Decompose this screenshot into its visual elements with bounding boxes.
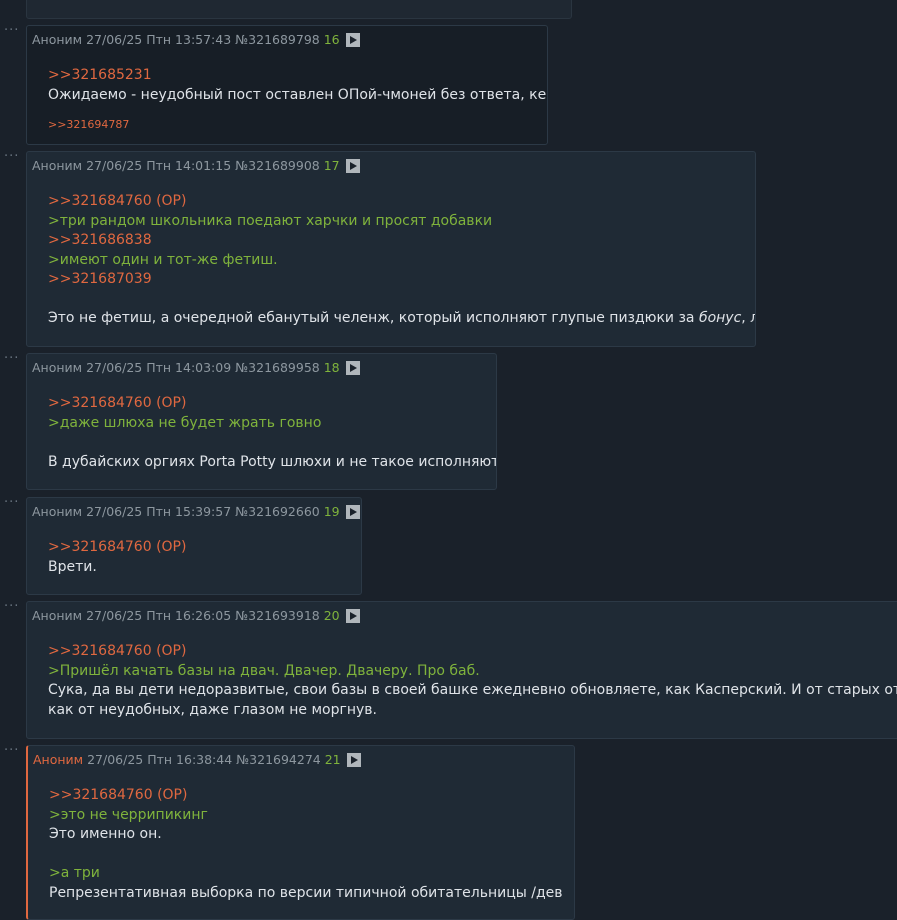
expand-arrow-icon[interactable] bbox=[345, 505, 360, 519]
post-number: 21 bbox=[324, 752, 341, 767]
post-321689798: ··· Аноним 27/06/25 Птн 13:57:43 №321689… bbox=[4, 24, 548, 145]
post-number: 17 bbox=[323, 158, 340, 173]
reply-backlink[interactable]: >>321694787 bbox=[48, 115, 547, 135]
poster-name: Аноним bbox=[32, 504, 83, 519]
poster-name: Аноним bbox=[32, 32, 83, 47]
post-body: >>321684760 (OP) >три рандом школьника п… bbox=[32, 174, 755, 329]
post-text: В дубайских оргиях Porta Potty шлюхи и н… bbox=[48, 453, 497, 470]
post-header: Аноним 27/06/25 Птн 16:26:05 №321693918 … bbox=[32, 608, 897, 624]
post-id-link[interactable]: №321689798 bbox=[235, 32, 320, 47]
greentext-quote: >имеют один и тот-же фетиш. bbox=[48, 251, 278, 268]
post-text-part: , лол. bbox=[741, 310, 755, 326]
post-menu-icon[interactable]: ··· bbox=[4, 600, 19, 614]
greentext-quote: >а три bbox=[49, 865, 100, 881]
post-header: Аноним 27/06/25 Птн 14:01:15 №321689908 … bbox=[32, 158, 755, 174]
poster-name: Аноним bbox=[32, 608, 83, 623]
post-reference-link[interactable]: >>321684760 (OP) bbox=[48, 192, 755, 212]
post-header: Аноним 27/06/25 Птн 15:39:57 №321692660 … bbox=[32, 504, 361, 520]
post-text: как от неудобных, даже глазом не моргнув… bbox=[48, 701, 377, 718]
post-menu-icon[interactable]: ··· bbox=[4, 744, 19, 758]
post-date: 27/06/25 Птн 14:01:15 bbox=[86, 158, 232, 173]
expand-arrow-icon[interactable] bbox=[345, 609, 360, 623]
post-reference-link[interactable]: >>321687039 bbox=[48, 270, 755, 290]
expand-arrow-icon[interactable] bbox=[345, 33, 360, 47]
post-321692660: ··· Аноним 27/06/25 Птн 15:39:57 №321692… bbox=[4, 496, 362, 595]
post-reference-link[interactable]: >>321684760 (OP) bbox=[48, 538, 361, 558]
poster-name: Аноним bbox=[33, 752, 84, 767]
post-date: 27/06/25 Птн 16:26:05 bbox=[86, 608, 232, 623]
post-number: 19 bbox=[323, 504, 340, 519]
poster-name: Аноним bbox=[32, 158, 83, 173]
post-body: >>321684760 (OP) >даже шлюха не будет жр… bbox=[32, 376, 496, 472]
previous-post-stub bbox=[26, 0, 572, 19]
post-reference-link[interactable]: >>321684760 (OP) bbox=[49, 786, 574, 806]
empty-line bbox=[48, 433, 496, 453]
post-menu-icon[interactable]: ··· bbox=[4, 496, 19, 510]
post-id-link[interactable]: №321694274 bbox=[236, 752, 321, 767]
greentext-quote: >это не черрипикинг bbox=[49, 806, 208, 823]
post-id-link[interactable]: №321689958 bbox=[235, 360, 320, 375]
expand-arrow-icon[interactable] bbox=[345, 159, 360, 173]
post-text: Ожидаемо - неудобный пост оставлен ОПой-… bbox=[48, 86, 548, 103]
post-date: 27/06/25 Птн 15:39:57 bbox=[86, 504, 232, 519]
post-number: 16 bbox=[323, 32, 340, 47]
post-321694274: ··· Аноним 27/06/25 Птн 16:38:44 №321694… bbox=[4, 744, 575, 920]
post-header: Аноним 27/06/25 Птн 14:03:09 №321689958 … bbox=[32, 360, 496, 376]
expand-arrow-icon[interactable] bbox=[345, 361, 360, 375]
greentext-quote: >три рандом школьника поедают харчки и п… bbox=[48, 212, 493, 229]
post-reference-link[interactable]: >>321684760 (OP) bbox=[48, 394, 496, 414]
post-321689908: ··· Аноним 27/06/25 Птн 14:01:15 №321689… bbox=[4, 150, 756, 347]
post-number: 20 bbox=[323, 608, 340, 623]
poster-name: Аноним bbox=[32, 360, 83, 375]
post-date: 27/06/25 Птн 14:03:09 bbox=[86, 360, 232, 375]
post-body: >>321684760 (OP) Врети. bbox=[32, 520, 361, 577]
post-menu-icon[interactable]: ··· bbox=[4, 352, 19, 366]
post-text: Врети. bbox=[48, 558, 97, 575]
post-id-link[interactable]: №321689908 bbox=[235, 158, 320, 173]
post-text: Репрезентативная выборка по версии типич… bbox=[49, 884, 563, 901]
post-menu-icon[interactable]: ··· bbox=[4, 150, 19, 164]
empty-line bbox=[49, 845, 574, 865]
post-text: Это именно он. bbox=[49, 826, 162, 842]
post-id-link[interactable]: №321692660 bbox=[235, 504, 320, 519]
post-text: Это не фетиш, а очередной ебанутый челен… bbox=[48, 309, 755, 329]
expand-arrow-icon[interactable] bbox=[346, 753, 361, 767]
post-header: Аноним 27/06/25 Птн 16:38:44 №321694274 … bbox=[33, 752, 574, 768]
greentext-quote: >даже шлюха не будет жрать говно bbox=[48, 414, 322, 431]
post-body: >>321684760 (OP) >Пришёл качать базы на … bbox=[32, 624, 897, 720]
post-reference-link[interactable]: >>321684760 (OP) bbox=[48, 642, 897, 662]
post-id-link[interactable]: №321693918 bbox=[235, 608, 320, 623]
post-321693918: ··· Аноним 27/06/25 Птн 16:26:05 №321693… bbox=[4, 600, 897, 739]
post-number: 18 bbox=[323, 360, 340, 375]
post-text: Сука, да вы дети недоразвитые, свои базы… bbox=[48, 682, 897, 698]
post-header: Аноним 27/06/25 Птн 13:57:43 №321689798 … bbox=[32, 32, 547, 48]
post-text-italic: бонус bbox=[698, 310, 742, 326]
greentext-quote: >Пришёл качать базы на двач. Двачер. Два… bbox=[48, 662, 480, 679]
post-text-part: Это не фетиш, а очередной ебанутый челен… bbox=[48, 310, 699, 326]
post-reference-link[interactable]: >>321685231 bbox=[48, 66, 547, 86]
post-body: >>321684760 (OP) >это не черрипикинг Это… bbox=[33, 768, 574, 903]
post-date: 27/06/25 Птн 16:38:44 bbox=[87, 752, 233, 767]
post-reference-link[interactable]: >>321686838 bbox=[48, 231, 755, 251]
post-321689958: ··· Аноним 27/06/25 Птн 14:03:09 №321689… bbox=[4, 352, 497, 490]
post-body: >>321685231 Ожидаемо - неудобный пост ос… bbox=[32, 48, 547, 135]
post-menu-icon[interactable]: ··· bbox=[4, 24, 19, 38]
post-date: 27/06/25 Птн 13:57:43 bbox=[86, 32, 232, 47]
empty-line bbox=[48, 290, 755, 310]
